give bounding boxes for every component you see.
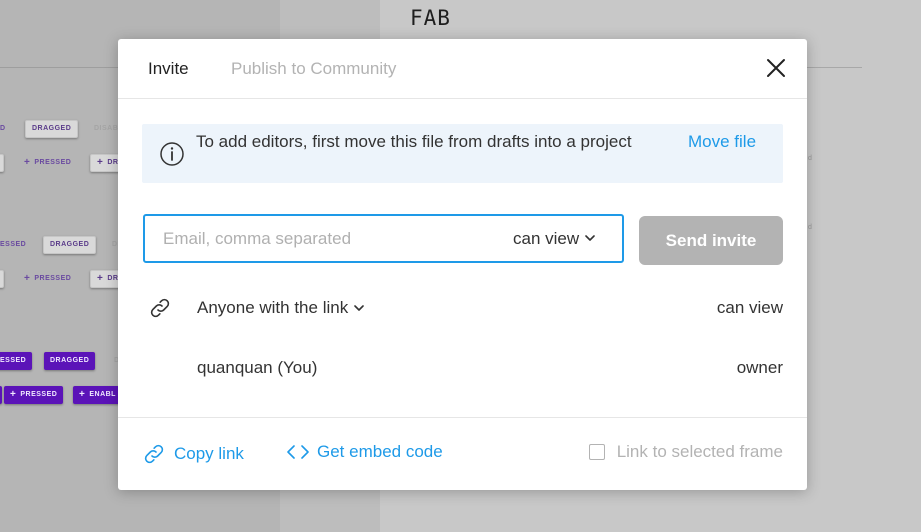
chevron-down-icon [354,304,365,311]
invite-permission-label: can view [513,228,580,248]
banner-message: To add editors, first move this file fro… [196,132,632,151]
canvas-chip-edge [0,270,4,288]
link-icon [144,444,164,464]
chevron-down-icon [585,235,595,241]
link-permission[interactable]: can view [717,298,783,318]
tab-publish-to-community[interactable]: Publish to Community [231,59,396,79]
link-icon [150,298,170,318]
canvas-side-mark: d [808,155,812,162]
tab-invite[interactable]: Invite [148,59,189,79]
info-banner: To add editors, first move this file fro… [142,124,783,183]
collaborator-role: owner [736,358,783,377]
canvas-chip: DRAGGED [25,120,79,138]
canvas-chip: + PRESSED [18,154,77,172]
canvas-chip: ESSED [0,241,27,248]
plus-icon: + [24,273,31,284]
collaborator-name: quanquan (You) [197,358,318,377]
canvas-chip-edge [0,154,4,172]
plus-icon: + [97,157,104,168]
move-file-link[interactable]: Move file [688,130,768,154]
code-icon [287,445,309,459]
info-icon [160,142,184,166]
canvas-chip: ESSED [0,352,33,370]
link-to-frame-checkbox[interactable] [588,444,605,460]
close-icon[interactable] [764,56,788,80]
copy-link-label: Copy link [174,444,244,463]
link-access-dropdown[interactable]: Anyone with the link [197,298,365,318]
embed-code-label: Get embed code [317,442,443,461]
send-invite-button[interactable]: Send invite [639,216,783,265]
get-embed-code-button[interactable]: Get embed code [287,442,443,462]
link-share-row: Anyone with the link can view [118,293,807,323]
link-to-frame-label: Link to selected frame [616,442,783,461]
invite-permission-select[interactable]: can view [513,216,595,261]
invite-field-group: can view [143,214,624,263]
canvas-frame-title: FAB [410,6,451,30]
canvas-divider-right [806,67,862,68]
canvas-side-mark: d [808,224,812,231]
copy-link-button[interactable]: Copy link [142,442,244,466]
link-access-label: Anyone with the link [197,298,349,317]
share-dialog: Invite Publish to Community To add edito… [118,39,807,490]
plus-icon: + [10,389,17,400]
collaborator-row: quanquan (You) owner [118,353,807,383]
canvas-chip: + PRESSED [18,270,77,288]
canvas-chip: DRAGGED [43,236,97,254]
dialog-header: Invite Publish to Community [118,39,807,99]
link-to-frame-option[interactable]: Link to selected frame [588,442,783,462]
plus-icon: + [24,157,31,168]
canvas-chip: + PRESSED [4,386,64,404]
canvas-chip: D [0,125,6,132]
email-input[interactable] [145,216,485,261]
canvas-chip-edge [0,386,2,404]
canvas-chip: DRAGGED [44,352,96,370]
plus-icon: + [79,389,86,400]
canvas-chip: + ENABL [73,386,122,404]
dialog-footer: Copy link Get embed code Link to selecte… [118,417,807,491]
plus-icon: + [97,273,104,284]
